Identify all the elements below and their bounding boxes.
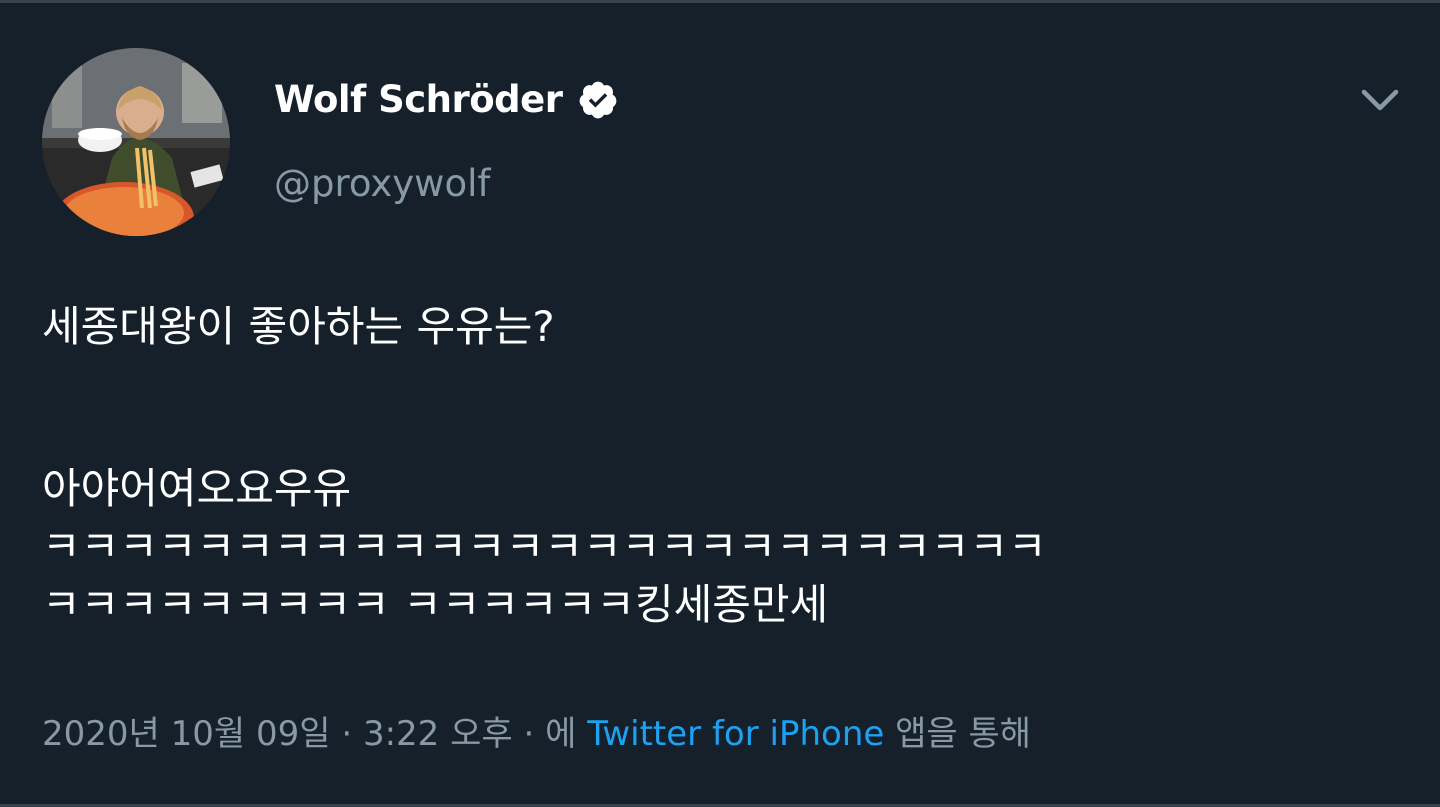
- author-display-name[interactable]: Wolf Schröder: [274, 78, 563, 122]
- tweet-time[interactable]: 3:22 오후: [363, 714, 513, 754]
- tweet-text-line: ㅋㅋㅋㅋㅋㅋㅋㅋㅋㅋㅋㅋㅋㅋㅋㅋㅋㅋㅋㅋㅋㅋㅋㅋㅋㅋ: [42, 522, 1047, 571]
- author-name-row[interactable]: Wolf Schröder: [274, 78, 619, 122]
- tweet-text-line: 세종대왕이 좋아하는 우유는?: [42, 302, 555, 351]
- tweet-text-line: 아야어여오요우유: [42, 464, 352, 513]
- chevron-down-icon[interactable]: [1356, 80, 1404, 120]
- tweet-text-line: ㅋㅋㅋㅋㅋㅋㅋㅋㅋ ㅋㅋㅋㅋㅋㅋ킹세종만세: [42, 580, 829, 629]
- tweet-body: 세종대왕이 좋아하는 우유는? 아야어여오요우유 ㅋㅋㅋㅋㅋㅋㅋㅋㅋㅋㅋㅋㅋㅋㅋ…: [42, 300, 1402, 636]
- meta-separator: ·: [330, 714, 363, 754]
- tweet-metadata: 2020년 10월 09일 · 3:22 오후 · 에 Twitter for …: [42, 708, 1031, 760]
- tweet-date[interactable]: 2020년 10월 09일: [42, 714, 331, 754]
- via-prefix: 에: [545, 714, 588, 754]
- user-avatar-photo-icon: [42, 48, 230, 236]
- author-handle[interactable]: @proxywolf: [274, 162, 490, 206]
- verified-badge-icon: [579, 81, 616, 119]
- meta-separator: ·: [512, 714, 546, 754]
- via-suffix: 앱을 통해: [884, 714, 1032, 754]
- avatar[interactable]: [42, 48, 230, 236]
- tweet-source-link[interactable]: Twitter for iPhone: [587, 714, 884, 754]
- top-divider: [0, 0, 1440, 3]
